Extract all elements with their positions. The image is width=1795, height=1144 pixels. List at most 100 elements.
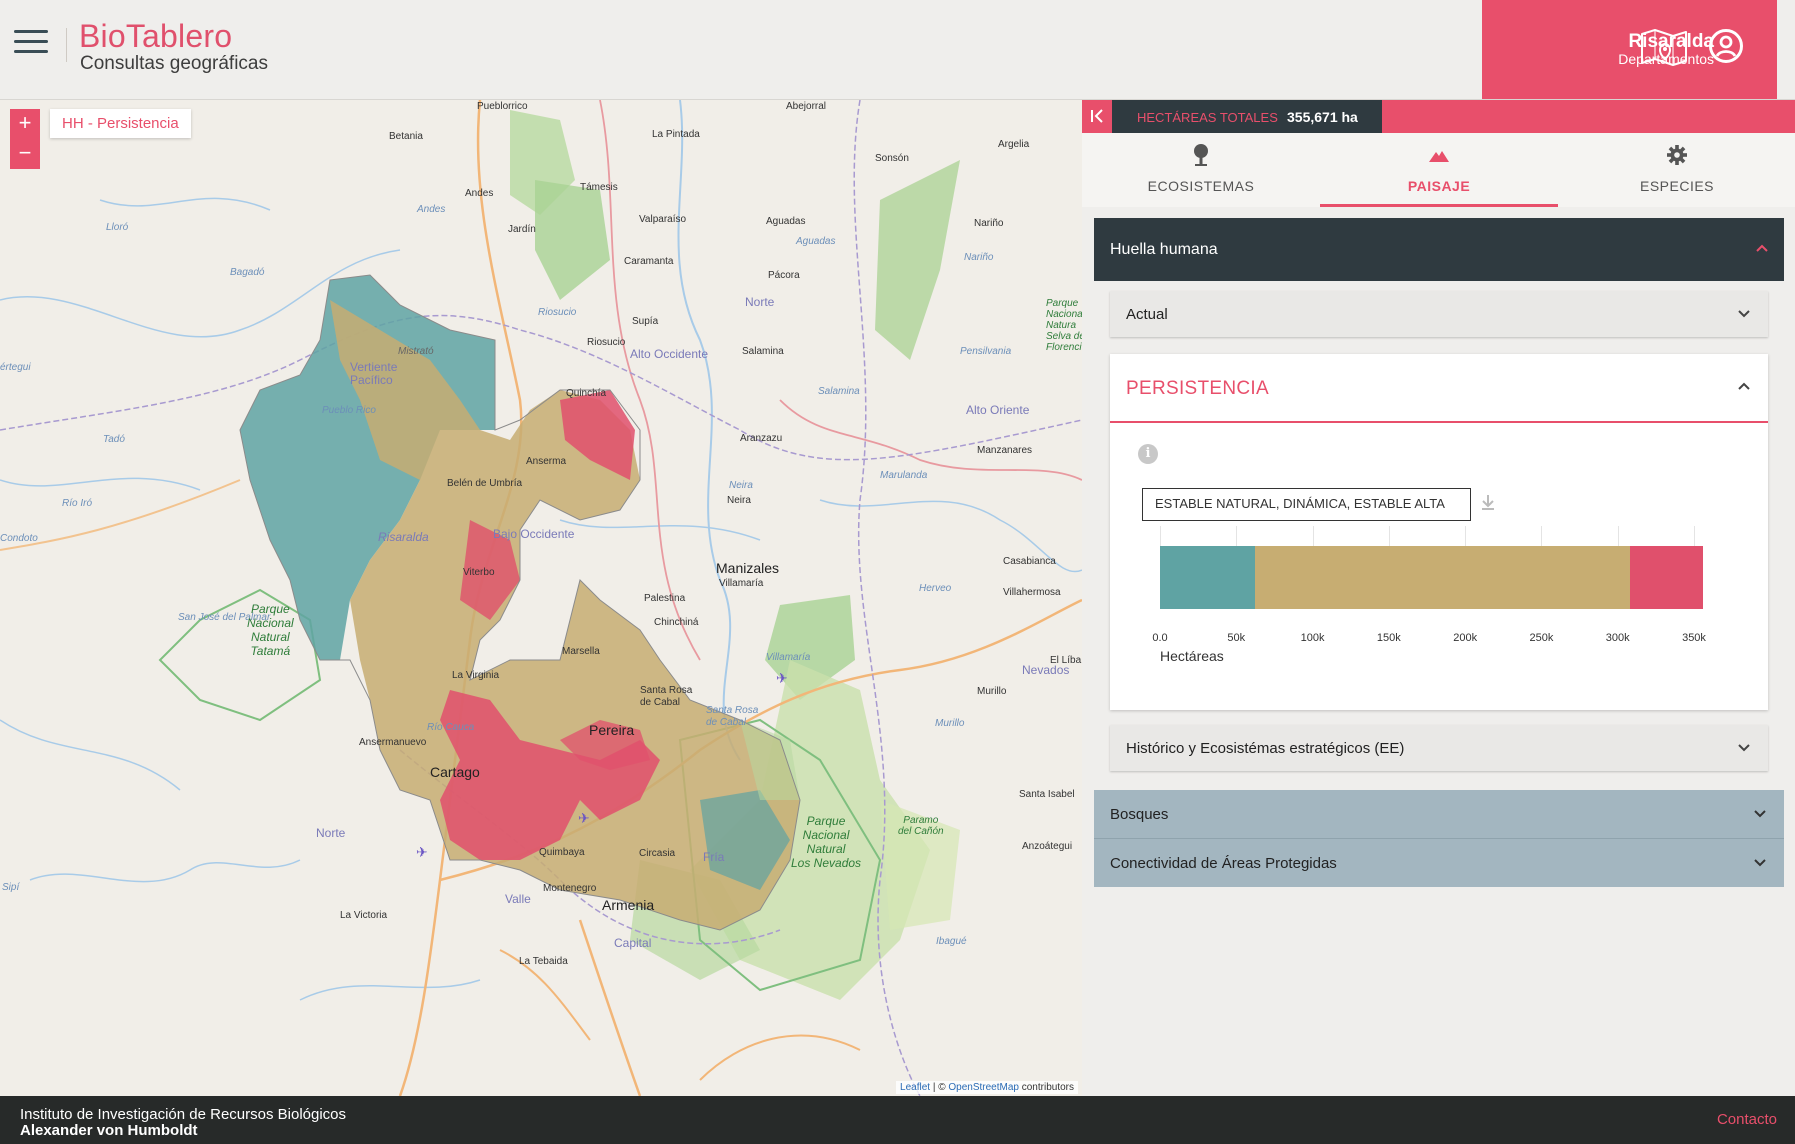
subsection-historico[interactable]: Histórico y Ecosistémas estratégicos (EE…	[1110, 725, 1768, 771]
brand-title[interactable]: BioTablero	[79, 18, 232, 55]
place-label: Neira	[727, 495, 751, 506]
place-label: Villahermosa	[1003, 587, 1061, 598]
panel-tabs: ECOSISTEMAS PAISAJE ESPECIES	[1082, 133, 1795, 207]
zoom-in-button[interactable]: +	[10, 109, 40, 139]
place-label: Santa Isabel	[1019, 789, 1075, 800]
region-label: Valle	[505, 892, 531, 906]
place-label: Betania	[389, 131, 423, 142]
gear-icon	[1667, 145, 1687, 165]
chevron-up-icon[interactable]	[1736, 378, 1752, 394]
water-label: Nariño	[964, 252, 994, 263]
subsection-label: Actual	[1126, 306, 1168, 323]
osm-link[interactable]: OpenStreetMap	[948, 1082, 1019, 1093]
map-basemap: ✈ ✈ ✈	[0, 100, 1082, 1096]
water-label: Bagadó	[230, 267, 265, 278]
svg-text:✈: ✈	[776, 671, 788, 687]
totals-label: HECTÁREAS TOTALES	[1137, 110, 1278, 125]
chart-bar-segment[interactable]	[1254, 546, 1630, 609]
subsection-actual[interactable]: Actual	[1110, 291, 1768, 337]
place-label: Circasia	[639, 848, 676, 859]
park-label-selva-florencia: Parque Naciona Natura Selva de Florenci	[1046, 298, 1082, 353]
place-label: La Pintada	[652, 129, 700, 140]
tab-especies[interactable]: ESPECIES	[1558, 133, 1795, 207]
accordion-bosques[interactable]: Bosques	[1094, 790, 1784, 838]
place-label: Cartago	[430, 764, 480, 780]
attribution-separator: | ©	[930, 1082, 949, 1093]
map-view[interactable]: ✈ ✈ ✈ + − HH - Persistencia Pueblorrico …	[0, 100, 1082, 1096]
chart-x-tick-label: 350k	[1682, 632, 1706, 644]
chevron-down-icon	[1754, 859, 1766, 867]
region-label: Vertiente Pacífico	[350, 360, 398, 387]
accordion-conectividad[interactable]: Conectividad de Áreas Protegidas	[1094, 839, 1784, 887]
water-label: Ibagué	[936, 936, 967, 947]
place-label: Jardín	[508, 224, 536, 235]
side-panel: HECTÁREAS TOTALES 355,671 ha ECOSISTEMAS…	[1082, 100, 1795, 1096]
park-label-paramo: Paramo del Cañón	[898, 815, 944, 837]
map-icon[interactable]	[1640, 28, 1688, 66]
place-label: Ansermanuevo	[359, 737, 427, 748]
place-label: Chinchiná	[654, 617, 699, 628]
place-label: Nariño	[974, 218, 1004, 229]
footer-institution: Instituto de Investigación de Recursos B…	[20, 1106, 347, 1123]
place-label: Condoto	[0, 533, 38, 544]
collapse-panel-icon[interactable]	[1082, 100, 1112, 133]
place-label: Pueblo Rico	[322, 405, 376, 416]
active-layer-tag: HH - Persistencia	[50, 109, 191, 138]
water-label: Andes	[417, 204, 446, 215]
chart-bar-segment[interactable]	[1629, 546, 1703, 609]
place-label: Manizales	[716, 560, 780, 576]
region-label: Capital	[614, 936, 652, 950]
brand-divider	[66, 28, 67, 62]
tab-label: PAISAJE	[1407, 178, 1471, 194]
tab-paisaje[interactable]: PAISAJE	[1320, 133, 1558, 207]
water-label: Herveo	[919, 583, 952, 594]
hamburger-menu-icon[interactable]	[14, 30, 48, 56]
tab-label: ESPECIES	[1639, 178, 1715, 194]
contact-link[interactable]: Contacto	[1717, 1111, 1777, 1128]
pin-icon	[1194, 144, 1208, 166]
water-label: Neira	[729, 480, 753, 491]
water-label: Río Iró	[62, 498, 93, 509]
park-label-tatama: Parque Nacional Natural Tatamá	[247, 602, 294, 658]
download-icon[interactable]	[1480, 494, 1496, 512]
place-label: Mistrató	[398, 346, 434, 357]
user-account-icon[interactable]	[1708, 28, 1744, 64]
place-label: Pueblorrico	[477, 101, 528, 112]
region-label: Norte	[745, 295, 775, 309]
water-label: Lloró	[106, 222, 129, 233]
tab-ecosistemas[interactable]: ECOSISTEMAS	[1082, 133, 1320, 207]
place-label: Abejorral	[786, 101, 827, 112]
subsection-label: Histórico y Ecosistémas estratégicos (EE…	[1126, 740, 1405, 757]
chart-x-axis-label: Hectáreas	[1160, 648, 1224, 664]
place-label: Villamaría	[719, 578, 764, 589]
brand-subtitle: Consultas geográficas	[80, 53, 268, 74]
zoom-out-button[interactable]: −	[10, 139, 40, 169]
chart-x-tick-label: 250k	[1529, 632, 1554, 644]
chart-x-tick-label: 0.0	[1152, 632, 1168, 644]
place-label: Pereira	[589, 722, 635, 738]
place-label: Supía	[632, 316, 659, 327]
place-label: Támesis	[580, 182, 618, 193]
svg-text:✈: ✈	[578, 811, 590, 827]
chart-bar-segment[interactable]	[1160, 546, 1255, 609]
region-label: Bajo Occidente	[493, 527, 575, 541]
place-label: Tadó	[103, 434, 125, 445]
water-label: Santa Rosa de Cabal	[706, 705, 759, 728]
place-label: Sonsón	[875, 153, 909, 164]
water-label: Río Cauca	[427, 722, 475, 733]
region-label: Fría	[703, 850, 725, 864]
chart-x-tick-label: 150k	[1376, 632, 1401, 644]
leaflet-link[interactable]: Leaflet	[900, 1082, 930, 1093]
place-label: Aranzazu	[740, 433, 783, 444]
place-label: Pácora	[768, 270, 800, 281]
accordion-huella-humana[interactable]: Huella humana	[1094, 218, 1784, 281]
totals-value: 355,671 ha	[1287, 109, 1358, 125]
info-icon[interactable]: i	[1138, 444, 1158, 464]
place-label: La Tebaida	[519, 956, 568, 967]
chart-x-tick-label: 300k	[1605, 632, 1630, 644]
place-label: La Virginia	[452, 670, 500, 681]
chart-legend-selector[interactable]: ESTABLE NATURAL, DINÁMICA, ESTABLE ALTA	[1142, 488, 1471, 521]
svg-text:✈: ✈	[416, 845, 428, 861]
persistencia-chart: Hectáreas 0.0 50k 100k 150k 200k 250k 300k 350k	[1152, 526, 1720, 686]
park-label-los-nevados: Parque Nacional Natural Los Nevados	[791, 814, 862, 870]
